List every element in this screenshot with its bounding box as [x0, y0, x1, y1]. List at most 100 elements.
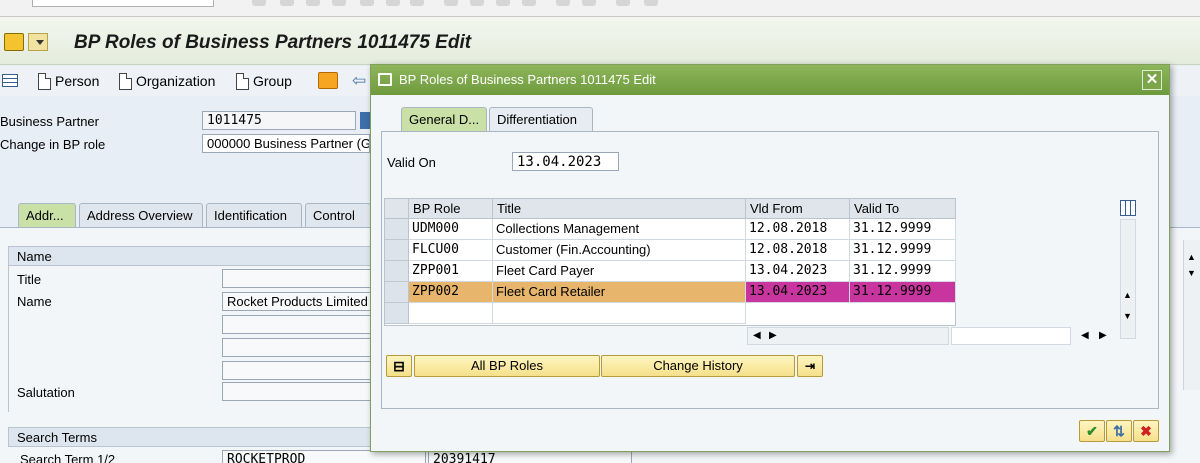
organization-button[interactable]: Organization: [119, 70, 215, 92]
confirm-check-icon[interactable]: ✔: [1079, 420, 1105, 442]
command-field[interactable]: [32, 0, 214, 7]
delete-row-icon[interactable]: ⊟: [386, 355, 412, 377]
cell-title[interactable]: Customer (Fin.Accounting): [493, 240, 746, 261]
name-field-4[interactable]: [222, 361, 374, 380]
row-selector[interactable]: [385, 282, 409, 303]
scroll-down-icon[interactable]: ▼: [1187, 268, 1196, 278]
cell-valid-from[interactable]: 12.08.2018: [746, 240, 850, 261]
name-field-3[interactable]: [222, 338, 374, 357]
tab-differentiation[interactable]: Differentiation: [489, 107, 593, 131]
group-button-label: Group: [253, 73, 292, 89]
cell-valid-to[interactable]: 31.12.9999: [850, 219, 956, 240]
grid-vscrollbar[interactable]: [1120, 219, 1136, 339]
first-page-icon[interactable]: [444, 0, 458, 6]
tab-address[interactable]: Addr...: [18, 203, 76, 227]
scroll-up-icon[interactable]: ▲: [1123, 290, 1132, 300]
title-label: Title: [17, 272, 42, 287]
column-settings-icon[interactable]: [1120, 200, 1136, 216]
all-bp-roles-button[interactable]: All BP Roles: [414, 355, 600, 377]
find-icon[interactable]: [386, 0, 400, 6]
print-icon[interactable]: [360, 0, 374, 6]
column-header-bp-role[interactable]: BP Role: [409, 199, 493, 219]
new-session-icon[interactable]: [556, 0, 570, 6]
cell-bp-role[interactable]: UDM000: [409, 219, 493, 240]
cell-bp-role[interactable]: ZPP002: [409, 282, 493, 303]
worklist-icon[interactable]: [2, 74, 18, 87]
scroll-up-icon[interactable]: ▲: [1187, 252, 1196, 262]
salutation-label: Salutation: [17, 385, 75, 400]
document-icon: [236, 72, 249, 90]
bp-roles-table: BP Role Title Vld From Valid To UDM000 C…: [384, 198, 956, 326]
row-selector[interactable]: [385, 261, 409, 282]
business-partner-field[interactable]: 1011475: [202, 111, 356, 130]
change-role-label: Change in BP role: [0, 137, 106, 152]
tab-control[interactable]: Control: [305, 203, 371, 227]
salutation-field[interactable]: [222, 382, 374, 401]
cancel-icon[interactable]: [332, 0, 346, 6]
search-term-label: Search Term 1/2: [20, 452, 116, 463]
scroll-left-icon[interactable]: ◀: [753, 330, 761, 341]
last-page-icon[interactable]: [522, 0, 536, 6]
cell-bp-role[interactable]: FLCU00: [409, 240, 493, 261]
document-icon: [119, 72, 132, 90]
transaction-icon[interactable]: [4, 33, 24, 51]
arrow-left-icon[interactable]: ⇦: [352, 72, 370, 90]
cell-valid-from[interactable]: 12.08.2018: [746, 219, 850, 240]
scroll-right-icon[interactable]: ▶: [1099, 330, 1107, 341]
cell-bp-role[interactable]: ZPP001: [409, 261, 493, 282]
cell-title[interactable]: Fleet Card Retailer: [493, 282, 746, 303]
shortcut-icon[interactable]: [582, 0, 596, 6]
column-header-valid-from[interactable]: Vld From: [746, 199, 850, 219]
layout-icon[interactable]: [644, 0, 658, 6]
change-history-button[interactable]: Change History: [601, 355, 795, 377]
cell-valid-from[interactable]: 13.04.2023: [746, 282, 850, 303]
change-role-select[interactable]: 000000 Business Partner (G: [202, 134, 370, 153]
name-field-2[interactable]: [222, 315, 374, 334]
tab-address-overview[interactable]: Address Overview: [79, 203, 203, 227]
valid-on-field[interactable]: 13.04.2023: [512, 152, 619, 171]
row-selector[interactable]: [385, 303, 409, 324]
scroll-down-icon[interactable]: ▼: [1123, 311, 1132, 321]
row-selector[interactable]: [385, 240, 409, 261]
dialog-title: BP Roles of Business Partners 1011475 Ed…: [399, 72, 656, 87]
cancel-x-icon[interactable]: ✖: [1133, 420, 1159, 442]
column-header-valid-to[interactable]: Valid To: [850, 199, 956, 219]
export-icon[interactable]: ⇥: [797, 355, 823, 377]
cell-bp-role[interactable]: [409, 303, 493, 324]
document-icon: [38, 72, 51, 90]
group-button[interactable]: Group: [236, 70, 292, 92]
cell-title[interactable]: Collections Management: [493, 219, 746, 240]
grid-hscrollbar-2[interactable]: [951, 327, 1071, 345]
apply-icon[interactable]: ⇅: [1106, 420, 1132, 442]
cell-valid-from[interactable]: 13.04.2023: [746, 261, 850, 282]
cell-valid-to[interactable]: 31.12.9999: [850, 261, 956, 282]
help-icon[interactable]: [616, 0, 630, 6]
main-scrollbar[interactable]: [1183, 240, 1200, 390]
tab-identification[interactable]: Identification: [206, 203, 302, 227]
menu-dropdown-icon[interactable]: [28, 33, 48, 51]
partner-icon[interactable]: [360, 112, 370, 129]
scroll-left-icon[interactable]: ◀: [1081, 330, 1089, 341]
cell-valid-to[interactable]: 31.12.9999: [850, 282, 956, 303]
person-button[interactable]: Person: [38, 70, 99, 92]
back-icon[interactable]: [280, 0, 294, 6]
business-partner-label: Business Partner: [0, 114, 99, 129]
exit-icon[interactable]: [306, 0, 320, 6]
grid-hscrollbar[interactable]: [747, 327, 949, 345]
cell-title[interactable]: [493, 303, 746, 324]
column-header-title[interactable]: Title: [493, 199, 746, 219]
find-next-icon[interactable]: [410, 0, 424, 6]
cell-valid-to[interactable]: 31.12.9999: [850, 240, 956, 261]
name-field-1[interactable]: Rocket Products Limited: [222, 292, 374, 311]
next-page-icon[interactable]: [496, 0, 510, 6]
tab-general-data[interactable]: General D...: [401, 107, 487, 131]
prev-page-icon[interactable]: [470, 0, 484, 6]
title-field[interactable]: [222, 269, 374, 288]
row-selector[interactable]: [385, 219, 409, 240]
open-folder-icon[interactable]: [318, 72, 338, 89]
scroll-right-icon[interactable]: ▶: [769, 330, 777, 341]
save-icon[interactable]: [252, 0, 266, 6]
cell-title[interactable]: Fleet Card Payer: [493, 261, 746, 282]
close-icon[interactable]: ✕: [1142, 70, 1162, 90]
row-selector-header[interactable]: [385, 199, 409, 219]
